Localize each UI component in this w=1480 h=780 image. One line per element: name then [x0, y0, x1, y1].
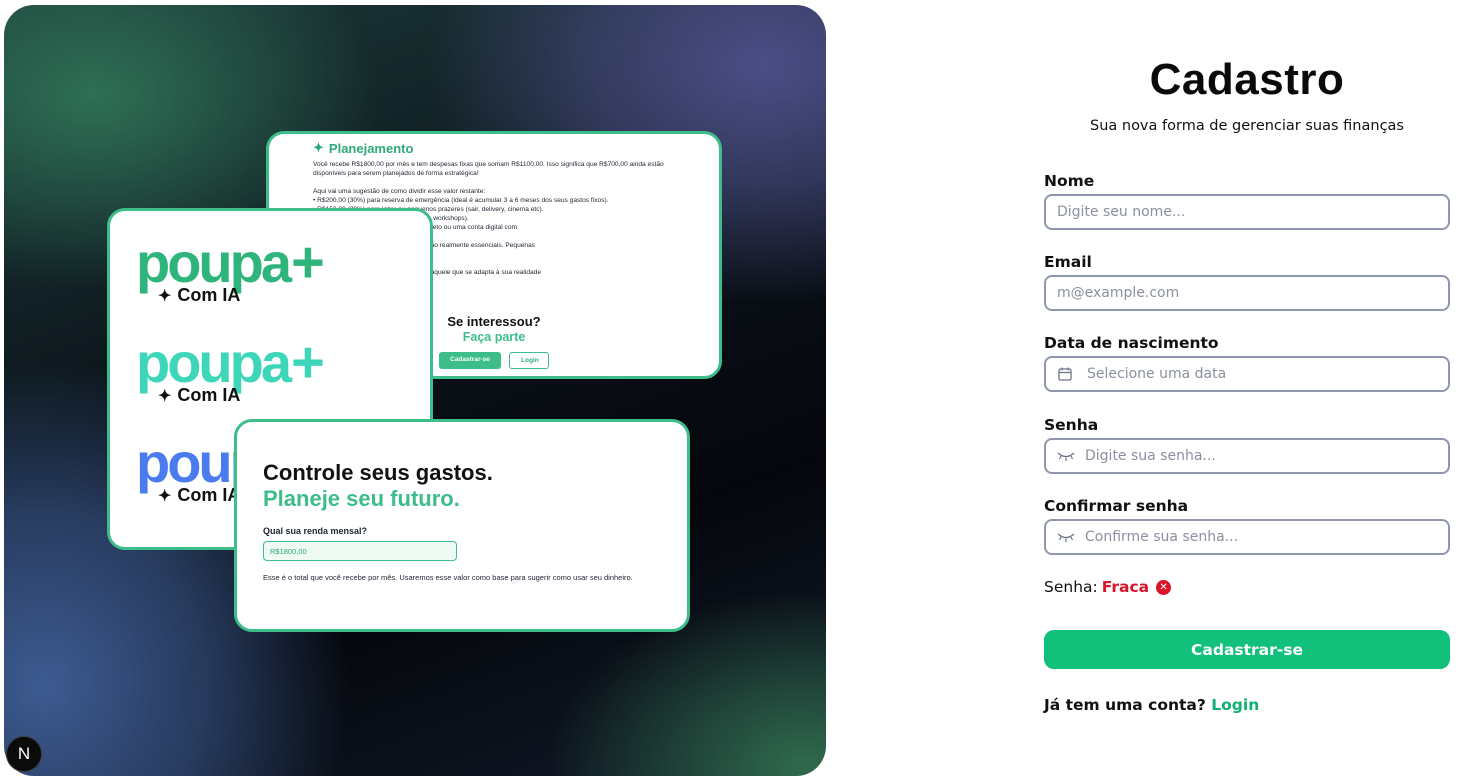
logo-plus: +: [290, 230, 325, 295]
planning-line: disponíveis para serem planejados de for…: [313, 170, 479, 177]
login-prompt: Já tem uma conta? Login: [1044, 696, 1259, 714]
confirm-password-label: Confirmar senha: [1044, 497, 1189, 515]
calendar-icon: [1057, 366, 1073, 382]
name-placeholder: Digite seu nome...: [1057, 204, 1186, 220]
sparkle-icon: ✦: [158, 387, 172, 405]
hero-panel: ✦ Planejamento Você recebe R$1800,00 por…: [4, 5, 826, 776]
control-headline-accent: Planeje seu futuro.: [263, 486, 460, 511]
birthdate-placeholder: Selecione uma data: [1087, 366, 1227, 382]
error-x-icon: ✕: [1156, 579, 1172, 595]
logo-green: poupa + ✦ Com IA: [136, 230, 325, 306]
form-fields: Nome Digite seu nome... Email m@example.…: [1044, 0, 1450, 780]
logo-sub: Com IA: [177, 485, 241, 505]
email-label: Email: [1044, 253, 1092, 271]
planning-title: ✦ Planejamento: [313, 140, 414, 156]
sparkle-icon: ✦: [158, 487, 172, 505]
preview-signup-button: Cadastrar-se: [439, 352, 501, 369]
nextjs-badge-button[interactable]: N: [6, 736, 42, 772]
email-input[interactable]: m@example.com: [1044, 275, 1450, 311]
password-label: Senha: [1044, 416, 1099, 434]
login-link[interactable]: Login: [1211, 696, 1259, 714]
planning-line: Você recebe R$1800,00 por mês e tem desp…: [313, 161, 664, 168]
income-preview-input: R$1800,00: [263, 541, 457, 561]
logo-plus: +: [290, 330, 325, 395]
logo-word: poupa: [136, 331, 292, 394]
income-note: Esse é o total que você recebe por mês. …: [263, 573, 633, 582]
sparkle-icon: ✦: [158, 287, 172, 305]
eye-closed-icon[interactable]: [1057, 450, 1075, 462]
planning-line: Aqui vai uma sugestão de como dividir es…: [313, 188, 486, 195]
income-question: Qual sua renda mensal?: [263, 526, 368, 536]
email-placeholder: m@example.com: [1057, 285, 1180, 301]
password-input[interactable]: Digite sua senha...: [1044, 438, 1450, 474]
name-label: Nome: [1044, 172, 1095, 190]
control-card: Controle seus gastos. Planeje seu futuro…: [234, 419, 690, 632]
strength-value: Fraca: [1101, 578, 1150, 596]
eye-closed-icon[interactable]: [1057, 531, 1075, 543]
confirm-password-placeholder: Confirme sua senha...: [1085, 529, 1239, 545]
preview-login-button: Login: [509, 352, 549, 369]
sparkle-icon: ✦: [313, 140, 324, 155]
birthdate-label: Data de nascimento: [1044, 334, 1219, 352]
planning-line: • R$200,00 (30%) para reserva de emergên…: [313, 197, 609, 204]
login-prompt-text: Já tem uma conta?: [1044, 696, 1206, 714]
name-input[interactable]: Digite seu nome...: [1044, 194, 1450, 230]
logo-sub: Com IA: [177, 385, 241, 405]
strength-label: Senha:: [1044, 578, 1098, 596]
signup-page: ✦ Planejamento Você recebe R$1800,00 por…: [0, 0, 1480, 780]
logo-word: poupa: [136, 231, 292, 294]
password-strength: Senha: Fraca ✕: [1044, 578, 1172, 596]
birthdate-picker[interactable]: Selecione uma data: [1044, 356, 1450, 392]
password-placeholder: Digite sua senha...: [1085, 448, 1216, 464]
planning-line: [313, 178, 679, 187]
control-headline: Controle seus gastos.: [263, 460, 493, 485]
logo-sub: Com IA: [177, 285, 241, 305]
confirm-password-input[interactable]: Confirme sua senha...: [1044, 519, 1450, 555]
logo-teal: poupa + ✦ Com IA: [136, 330, 325, 406]
signup-button[interactable]: Cadastrar-se: [1044, 630, 1450, 669]
